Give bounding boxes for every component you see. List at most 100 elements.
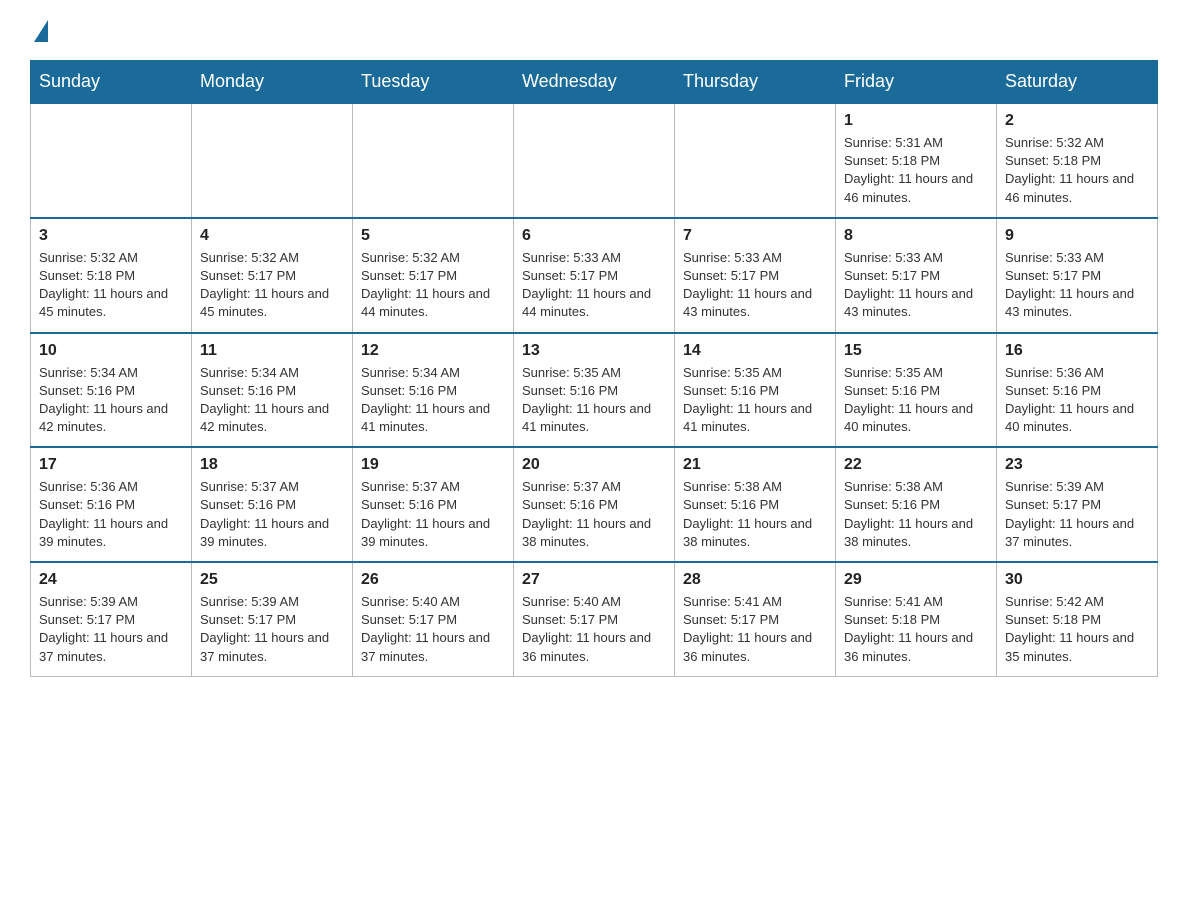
day-info: Sunrise: 5:34 AM Sunset: 5:16 PM Dayligh… [39,364,183,437]
logo [30,20,48,40]
day-number: 18 [200,456,344,474]
calendar-cell: 5 Sunrise: 5:32 AM Sunset: 5:17 PM Daylig… [353,218,514,333]
day-info: Sunrise: 5:42 AM Sunset: 5:18 PM Dayligh… [1005,593,1149,666]
day-info: Sunrise: 5:38 AM Sunset: 5:16 PM Dayligh… [683,478,827,551]
day-number: 19 [361,456,505,474]
calendar-cell: 20 Sunrise: 5:37 AM Sunset: 5:16 PM Dayli… [514,447,675,562]
calendar-cell: 10 Sunrise: 5:34 AM Sunset: 5:16 PM Dayli… [31,333,192,448]
day-number: 11 [200,342,344,360]
calendar-cell [514,103,675,218]
week-row-4: 17 Sunrise: 5:36 AM Sunset: 5:16 PM Dayli… [31,447,1158,562]
calendar-cell: 27 Sunrise: 5:40 AM Sunset: 5:17 PM Dayli… [514,562,675,676]
day-info: Sunrise: 5:35 AM Sunset: 5:16 PM Dayligh… [683,364,827,437]
day-number: 12 [361,342,505,360]
day-info: Sunrise: 5:39 AM Sunset: 5:17 PM Dayligh… [39,593,183,666]
week-row-2: 3 Sunrise: 5:32 AM Sunset: 5:18 PM Daylig… [31,218,1158,333]
day-info: Sunrise: 5:33 AM Sunset: 5:17 PM Dayligh… [844,249,988,322]
day-info: Sunrise: 5:32 AM Sunset: 5:17 PM Dayligh… [361,249,505,322]
day-info: Sunrise: 5:39 AM Sunset: 5:17 PM Dayligh… [1005,478,1149,551]
day-info: Sunrise: 5:32 AM Sunset: 5:18 PM Dayligh… [39,249,183,322]
day-number: 25 [200,571,344,589]
calendar-cell: 26 Sunrise: 5:40 AM Sunset: 5:17 PM Dayli… [353,562,514,676]
day-number: 10 [39,342,183,360]
calendar-cell: 19 Sunrise: 5:37 AM Sunset: 5:16 PM Dayli… [353,447,514,562]
day-number: 2 [1005,112,1149,130]
calendar-cell: 21 Sunrise: 5:38 AM Sunset: 5:16 PM Dayli… [675,447,836,562]
day-number: 21 [683,456,827,474]
day-info: Sunrise: 5:32 AM Sunset: 5:17 PM Dayligh… [200,249,344,322]
calendar-cell: 2 Sunrise: 5:32 AM Sunset: 5:18 PM Daylig… [997,103,1158,218]
day-number: 3 [39,227,183,245]
calendar-cell: 13 Sunrise: 5:35 AM Sunset: 5:16 PM Dayli… [514,333,675,448]
day-number: 15 [844,342,988,360]
day-info: Sunrise: 5:34 AM Sunset: 5:16 PM Dayligh… [200,364,344,437]
day-number: 14 [683,342,827,360]
calendar-cell: 28Sunrise: 5:41 AM Sunset: 5:17 PM Dayli… [675,562,836,676]
page-header [30,20,1158,40]
day-info: Sunrise: 5:40 AM Sunset: 5:17 PM Dayligh… [522,593,666,666]
day-number: 4 [200,227,344,245]
calendar-cell: 12 Sunrise: 5:34 AM Sunset: 5:16 PM Dayli… [353,333,514,448]
day-number: 22 [844,456,988,474]
day-number: 7 [683,227,827,245]
calendar-cell: 23 Sunrise: 5:39 AM Sunset: 5:17 PM Dayli… [997,447,1158,562]
day-info: Sunrise: 5:34 AM Sunset: 5:16 PM Dayligh… [361,364,505,437]
day-info: Sunrise: 5:37 AM Sunset: 5:16 PM Dayligh… [522,478,666,551]
weekday-header-saturday: Saturday [997,61,1158,104]
day-number: 8 [844,227,988,245]
day-number: 27 [522,571,666,589]
calendar-cell [31,103,192,218]
weekday-header-monday: Monday [192,61,353,104]
day-number: 6 [522,227,666,245]
calendar-cell: 11 Sunrise: 5:34 AM Sunset: 5:16 PM Dayli… [192,333,353,448]
day-number: 30 [1005,571,1149,589]
day-info: Sunrise: 5:37 AM Sunset: 5:16 PM Dayligh… [361,478,505,551]
day-info: Sunrise: 5:32 AM Sunset: 5:18 PM Dayligh… [1005,134,1149,207]
day-number: 16 [1005,342,1149,360]
calendar-cell: 29Sunrise: 5:41 AM Sunset: 5:18 PM Dayli… [836,562,997,676]
day-info: Sunrise: 5:33 AM Sunset: 5:17 PM Dayligh… [683,249,827,322]
calendar-cell: 30 Sunrise: 5:42 AM Sunset: 5:18 PM Dayli… [997,562,1158,676]
day-number: 5 [361,227,505,245]
calendar-cell [192,103,353,218]
day-info: Sunrise: 5:33 AM Sunset: 5:17 PM Dayligh… [1005,249,1149,322]
calendar-cell: 22 Sunrise: 5:38 AM Sunset: 5:16 PM Dayli… [836,447,997,562]
week-row-1: 1 Sunrise: 5:31 AM Sunset: 5:18 PM Daylig… [31,103,1158,218]
weekday-header-sunday: Sunday [31,61,192,104]
day-info: Sunrise: 5:40 AM Sunset: 5:17 PM Dayligh… [361,593,505,666]
day-number: 20 [522,456,666,474]
day-info: Sunrise: 5:36 AM Sunset: 5:16 PM Dayligh… [1005,364,1149,437]
day-number: 29 [844,571,988,589]
calendar-cell: 14 Sunrise: 5:35 AM Sunset: 5:16 PM Dayli… [675,333,836,448]
calendar-cell [675,103,836,218]
logo-triangle-icon [34,20,48,42]
calendar-cell [353,103,514,218]
calendar-cell: 17 Sunrise: 5:36 AM Sunset: 5:16 PM Dayli… [31,447,192,562]
week-row-3: 10 Sunrise: 5:34 AM Sunset: 5:16 PM Dayli… [31,333,1158,448]
weekday-header-friday: Friday [836,61,997,104]
calendar-cell: 18 Sunrise: 5:37 AM Sunset: 5:16 PM Dayli… [192,447,353,562]
day-info: Sunrise: 5:38 AM Sunset: 5:16 PM Dayligh… [844,478,988,551]
day-info: Sunrise: 5:37 AM Sunset: 5:16 PM Dayligh… [200,478,344,551]
calendar-cell: 15Sunrise: 5:35 AM Sunset: 5:16 PM Dayli… [836,333,997,448]
day-info: Sunrise: 5:39 AM Sunset: 5:17 PM Dayligh… [200,593,344,666]
day-number: 1 [844,112,988,130]
calendar-cell: 8 Sunrise: 5:33 AM Sunset: 5:17 PM Daylig… [836,218,997,333]
weekday-header-wednesday: Wednesday [514,61,675,104]
calendar-cell: 9 Sunrise: 5:33 AM Sunset: 5:17 PM Daylig… [997,218,1158,333]
day-number: 17 [39,456,183,474]
day-info: Sunrise: 5:33 AM Sunset: 5:17 PM Dayligh… [522,249,666,322]
day-number: 13 [522,342,666,360]
day-number: 23 [1005,456,1149,474]
day-info: Sunrise: 5:41 AM Sunset: 5:17 PM Dayligh… [683,593,827,666]
calendar-cell: 25 Sunrise: 5:39 AM Sunset: 5:17 PM Dayli… [192,562,353,676]
calendar-cell: 1 Sunrise: 5:31 AM Sunset: 5:18 PM Daylig… [836,103,997,218]
day-info: Sunrise: 5:31 AM Sunset: 5:18 PM Dayligh… [844,134,988,207]
day-info: Sunrise: 5:36 AM Sunset: 5:16 PM Dayligh… [39,478,183,551]
calendar-cell: 3 Sunrise: 5:32 AM Sunset: 5:18 PM Daylig… [31,218,192,333]
calendar-cell: 24Sunrise: 5:39 AM Sunset: 5:17 PM Dayli… [31,562,192,676]
weekday-header-thursday: Thursday [675,61,836,104]
day-info: Sunrise: 5:35 AM Sunset: 5:16 PM Dayligh… [522,364,666,437]
day-number: 26 [361,571,505,589]
day-number: 9 [1005,227,1149,245]
